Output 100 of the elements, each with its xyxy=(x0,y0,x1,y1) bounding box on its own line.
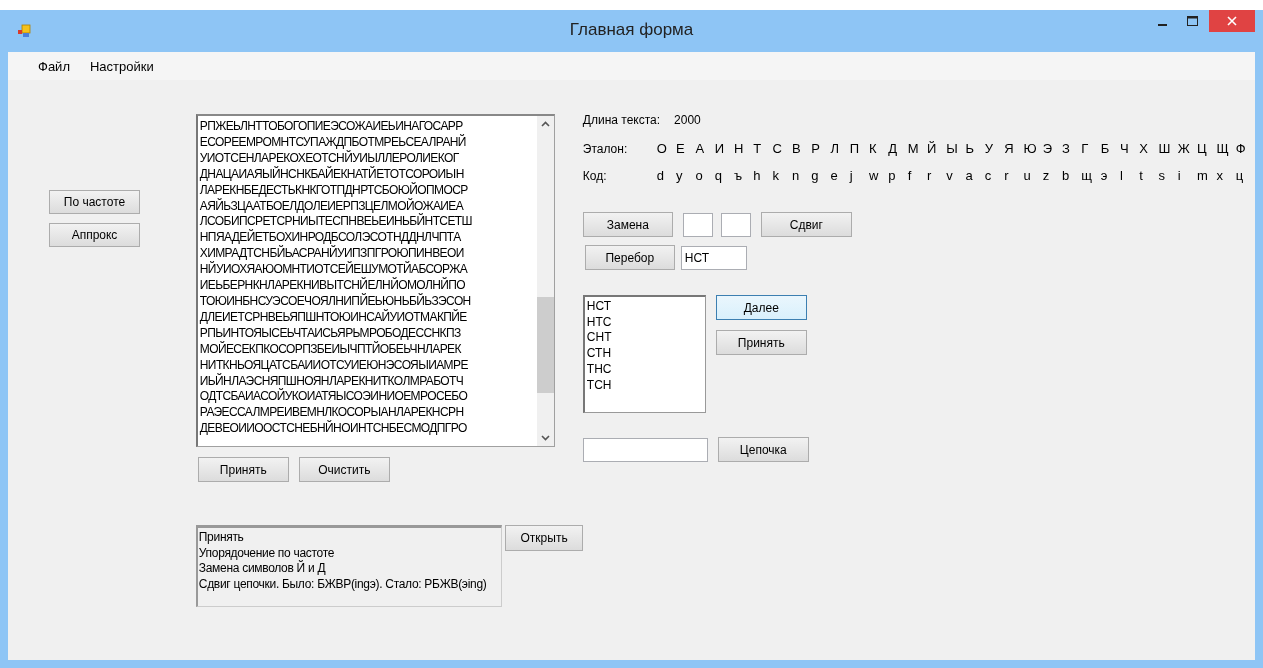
log-entry: Принять xyxy=(198,530,245,546)
shift-button[interactable]: Сдвиг xyxy=(760,212,852,237)
etalon-letter: У xyxy=(984,141,995,156)
scroll-down-icon[interactable] xyxy=(540,435,550,441)
input-field[interactable] xyxy=(720,212,751,237)
code-label: Код: xyxy=(582,168,608,183)
etalon-letter: Ы xyxy=(946,141,959,156)
code-letter: y xyxy=(676,168,684,183)
code-letter: i xyxy=(1177,168,1182,183)
etalon-letter: О xyxy=(656,141,668,156)
text-line: НПЯАДЕЙЕТБОХИНРОДБСОЛЭСОТНДДНЛЧПТА xyxy=(199,230,462,245)
code-letter: n xyxy=(791,168,801,183)
code-letter: z xyxy=(1042,168,1051,183)
code-letter: u xyxy=(1023,168,1032,183)
log-entry: Упорядочение по частоте xyxy=(198,545,336,560)
code-letter: g xyxy=(811,168,820,183)
open-button[interactable]: Открыть xyxy=(505,525,583,551)
etalon-letter: Ж xyxy=(1177,141,1191,156)
chain-button[interactable]: Цепочка xyxy=(717,437,809,462)
etalon-letter: Р xyxy=(811,141,821,156)
window-title: Главная форма xyxy=(569,20,694,40)
code-letter: a xyxy=(965,168,974,183)
code-letter: ъ xyxy=(734,168,744,183)
list-item[interactable]: ТНС xyxy=(586,361,703,378)
text-line: ЛАРЕКНБЕДЕСТЬКНКГОТПДНРТСБОЮЙОПМОСР xyxy=(199,182,469,198)
text-line: НЙУИОХЯАЮОМНТИОТСЕЙЕШУМОТЙАБСОРЖА xyxy=(199,262,469,277)
etalon-letter: Я xyxy=(1004,141,1015,156)
text-line: ИЕЬБЕРНКНЛАРЕКНИВЫТСНЙЕЛНЙОМОЛНЙПО xyxy=(199,278,466,293)
code-letter: e xyxy=(830,168,839,183)
variants-list[interactable]: НСТ НТС СНТ СТН ТНС ТСН xyxy=(582,295,706,413)
minimize-icon xyxy=(1157,24,1167,26)
code-letter: k xyxy=(772,168,781,183)
list-item[interactable]: СНТ xyxy=(586,330,703,347)
text-line: НИТКНЬОЯЦАТСБАИИОТСУИЕЮНЭСОЯЫИАМРЕ xyxy=(199,357,469,373)
code-letter: m xyxy=(1197,168,1209,183)
close-icon xyxy=(1227,16,1237,26)
etalon-letter: З xyxy=(1062,141,1071,156)
etalon-letter: Н xyxy=(734,141,745,156)
scrollbar[interactable] xyxy=(536,116,554,446)
etalon-letter: Г xyxy=(1081,141,1090,156)
text-line: ИЬЙНЛАЭСНЯПШНОЯНЛАРЕКНИТКОЛМРАБОТЧ xyxy=(199,373,465,388)
code-letter: w xyxy=(869,168,880,183)
text-line: ЛСОБИПСРЕТСРНИЫТЕСПНВЕЬЕИНЬБЙНТСЕТШ xyxy=(199,214,473,229)
text-line: ОДТСБАИАСОЙУКОИАТЯЫСОЭИНИОЕМРОСЕБО xyxy=(199,389,469,406)
list-item[interactable]: ТСН xyxy=(586,377,703,394)
text-line: ДЕВЕОИИООСТСНЕБНЙНОИНТСНБЕСМОДПГРО xyxy=(199,421,468,438)
input-field[interactable] xyxy=(682,212,713,237)
action-button[interactable]: Принять xyxy=(197,457,289,482)
search-button[interactable]: Перебор xyxy=(584,245,675,270)
code-letter: s xyxy=(1158,168,1166,183)
list-item[interactable]: НТС xyxy=(586,314,703,331)
accept-button[interactable]: Принять xyxy=(715,330,807,355)
menu-item[interactable]: Файл xyxy=(30,56,78,76)
menu-item[interactable]: Настройки xyxy=(81,56,162,76)
code-letter: f xyxy=(907,168,913,183)
code-letter: э xyxy=(1100,168,1109,183)
app-icon xyxy=(17,24,31,38)
code-letter: j xyxy=(849,168,854,183)
list-item[interactable]: СТН xyxy=(586,346,703,362)
etalon-label: Эталон: xyxy=(582,141,629,156)
text-line: УИОТСЕНЛАРЕКОХЕОТСНЙУИЫЛЛЕРОЛИЕКОГ xyxy=(199,150,460,166)
length-label: Длина текста: xyxy=(582,113,661,129)
text-line: ЕСОРЕЕМРОМНТСУПАЖДПБОТМРЕЬСЕАЛРАНЙ xyxy=(199,134,467,150)
code-letter: p xyxy=(888,168,897,183)
maximize-icon xyxy=(1186,16,1198,26)
code-letter: l xyxy=(1119,168,1124,183)
log-box[interactable]: Принять Упорядочение по частоте Замена символов Й и Д Сдвиг цепочки. Было: БЖВР(ingэ). Стало: РБЖВ(эing) xyxy=(195,525,503,607)
list-item[interactable]: НСТ xyxy=(586,299,703,315)
code-letter: c xyxy=(984,168,993,183)
action-button[interactable]: Аппрокс xyxy=(49,223,140,247)
text-area[interactable] xyxy=(195,114,555,447)
code-letter: d xyxy=(656,168,666,183)
etalon-letter: Э xyxy=(1042,141,1054,156)
etalon-letter: Л xyxy=(830,141,840,156)
etalon-letter: Ю xyxy=(1023,141,1038,156)
text-line: ДЛЕИЕТСРНВЕЬЯПШНТОЮИНСАЙУИОТМАКПЙЕ xyxy=(199,309,468,326)
scroll-up-icon[interactable] xyxy=(540,121,550,127)
etalon-letter: К xyxy=(869,141,878,156)
action-button[interactable]: Очистить xyxy=(298,457,390,482)
etalon-letter: Щ xyxy=(1216,141,1230,156)
etalon-letter: Т xyxy=(753,141,763,156)
action-button[interactable]: По частоте xyxy=(49,190,140,214)
etalon-letter: Ь xyxy=(965,141,976,156)
etalon-letter: Ш xyxy=(1158,141,1172,156)
input-field[interactable] xyxy=(582,437,708,462)
input-field[interactable]: НСТ xyxy=(680,245,747,270)
etalon-letter: Ч xyxy=(1119,141,1130,156)
text-line: РПЖЕЬЛНТТОБОГОПИЕЭСОЖАИЕЬИНАГОСАРР xyxy=(199,119,464,134)
text-line: РАЭЕССАЛМРЕИВЕМНЛКОСОРЫАНЛАРЕКНСРН xyxy=(199,405,465,420)
code-letter: v xyxy=(946,168,954,183)
replace-button[interactable]: Замена xyxy=(582,212,673,237)
etalon-letter: Ц xyxy=(1197,141,1208,156)
etalon-letter: А xyxy=(695,141,706,156)
text-line: МОЙЕСЕКПКОСОРПЗБЕИЫЧПТЙОБЕЬЧНЛАРЕК xyxy=(199,341,462,358)
text-line: ДНАЦАИАЯЫЙНСНКБАЙЕКНАТЙЕТОТСОРОИЫН xyxy=(199,166,465,182)
code-letter: x xyxy=(1216,168,1224,183)
etalon-letter: М xyxy=(907,141,920,156)
code-letter: t xyxy=(1139,168,1144,183)
next-button[interactable]: Далее xyxy=(715,295,807,320)
text-line: РПЬИНТОЯЫСЕЬЧТАИСЬЯРЬМРОБОДЕССНКПЗ xyxy=(199,325,462,341)
